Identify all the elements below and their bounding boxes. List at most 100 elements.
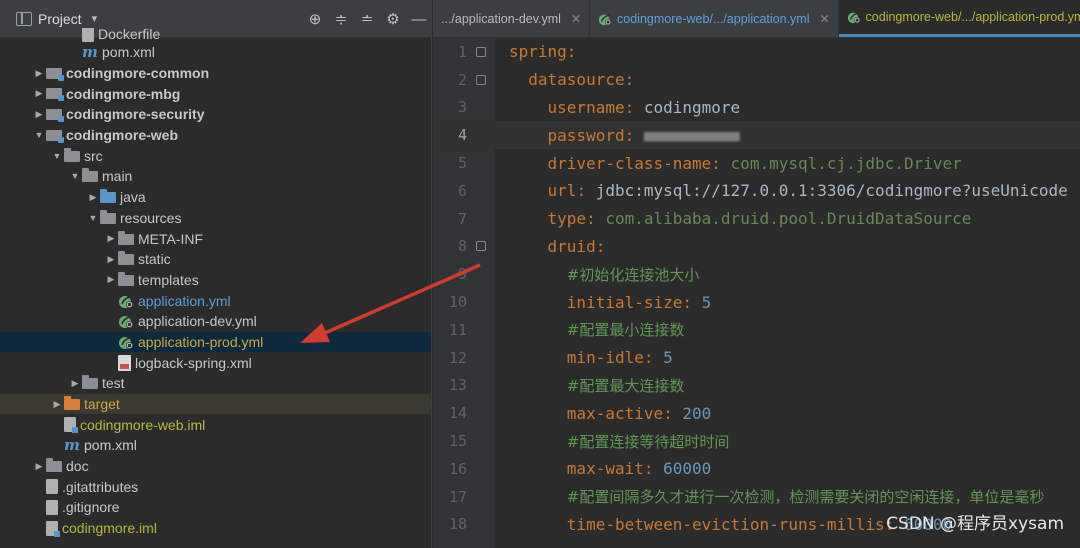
code-line[interactable]: 7 type: com.alibaba.druid.pool.DruidData…: [433, 205, 1080, 233]
line-number: 14: [448, 404, 467, 423]
tree-item[interactable]: ▼ resources: [0, 208, 431, 229]
editor-tab[interactable]: .../application-dev.yml ✕: [433, 0, 591, 37]
editor-lines: 1 spring: 2 datasource: 3 username: codingm…: [433, 38, 1080, 538]
chevron-right-icon[interactable]: ▶: [32, 88, 46, 99]
line-number: 11: [448, 320, 467, 339]
code-line[interactable]: 11 #配置最小连接数: [433, 316, 1080, 344]
code-line[interactable]: 2 datasource:: [433, 66, 1080, 94]
project-panel-title[interactable]: Project: [38, 11, 82, 27]
excluded-folder-icon: [64, 396, 80, 411]
tree-item[interactable]: ▶logback-spring.xml: [0, 352, 431, 373]
project-view-icon[interactable]: [16, 11, 32, 26]
chevron-right-icon[interactable]: ▶: [32, 461, 46, 472]
tree-item[interactable]: ▶mpom.xml: [0, 435, 431, 456]
tree-item[interactable]: ▶ codingmore-security: [0, 104, 431, 125]
line-number: 15: [448, 432, 467, 451]
code-editor[interactable]: .../application-dev.yml ✕ codingmore-web/.…: [433, 0, 1080, 548]
tree-item[interactable]: ▶codingmore.iml: [0, 518, 431, 539]
chevron-down-icon[interactable]: ▼: [50, 151, 64, 161]
chevron-down-icon[interactable]: ▼: [86, 213, 100, 223]
chevron-right-icon[interactable]: ▶: [104, 254, 118, 265]
code-text: #配置最小连接数: [495, 319, 685, 340]
tree-item-label: doc: [66, 458, 89, 475]
tree-item[interactable]: ▼ codingmore-web: [0, 125, 431, 146]
tree-item[interactable]: ▶application-dev.yml: [0, 311, 431, 332]
tree-item[interactable]: ▶ test: [0, 373, 431, 394]
fold-marker-icon[interactable]: [467, 74, 495, 85]
chevron-down-icon[interactable]: ▼: [68, 171, 82, 181]
close-icon[interactable]: ✕: [571, 12, 581, 26]
tree-item-label: resources: [120, 209, 182, 226]
code-text: initial-size: 5: [495, 292, 712, 312]
code-line[interactable]: 8 druid:: [433, 233, 1080, 261]
yaml-key: max-wait: [566, 459, 644, 479]
chevron-right-icon[interactable]: ▶: [86, 192, 100, 203]
maven-icon: m: [82, 43, 98, 62]
code-line[interactable]: 13 #配置最大连接数: [433, 372, 1080, 400]
tree-item[interactable]: ▼ src: [0, 145, 431, 166]
editor-tab[interactable]: codingmore-web/.../application-prod.yml✕: [838, 0, 1080, 37]
chevron-right-icon[interactable]: ▶: [104, 233, 118, 244]
tree-item[interactable]: ▶ codingmore-mbg: [0, 83, 431, 104]
folder-icon: [46, 458, 62, 473]
close-icon[interactable]: ✕: [819, 12, 829, 26]
yaml-separator: :: [624, 97, 644, 117]
tree-item-label: pom.xml: [102, 44, 155, 61]
code-line[interactable]: 16 max-wait: 60000: [433, 455, 1080, 483]
code-line[interactable]: 15 #配置连接等待超时时间: [433, 427, 1080, 455]
tree-item[interactable]: ▶.gitignore: [0, 497, 431, 518]
line-number: 13: [448, 376, 467, 395]
tree-item[interactable]: ▶ META-INF: [0, 228, 431, 249]
tree-item[interactable]: ▶ doc: [0, 456, 431, 477]
line-number: 4: [457, 126, 467, 145]
yaml-key: druid: [547, 236, 596, 256]
chevron-down-icon[interactable]: ▾: [92, 12, 98, 25]
line-number: 8: [457, 237, 467, 256]
tree-item[interactable]: ▶mpom.xml: [0, 42, 431, 63]
tree-item[interactable]: ▶codingmore-web.iml: [0, 414, 431, 435]
chevron-right-icon[interactable]: ▶: [68, 378, 82, 389]
tree-item[interactable]: ▶application.yml: [0, 290, 431, 311]
tree-item[interactable]: ▶Dockerfile: [0, 28, 431, 42]
tree-item-label: target: [84, 396, 120, 413]
tree-item[interactable]: ▶ java: [0, 187, 431, 208]
line-number: 12: [448, 348, 467, 367]
tree-item[interactable]: ▶ static: [0, 249, 431, 270]
tree-item-label: application.yml: [138, 292, 231, 309]
tree-item[interactable]: ▶ templates: [0, 270, 431, 291]
chevron-right-icon[interactable]: ▶: [32, 68, 46, 79]
tree-item[interactable]: ▶ codingmore-common: [0, 63, 431, 84]
code-line[interactable]: 6 url: jdbc:mysql://127.0.0.1:3306/codin…: [433, 177, 1080, 205]
code-line[interactable]: 9 #初始化连接池大小: [433, 260, 1080, 288]
yaml-separator: :: [663, 403, 683, 423]
fold-marker-icon[interactable]: [467, 241, 495, 252]
code-line[interactable]: 17 #配置间隔多久才进行一次检测，检测需要关闭的空闲连接，单位是毫秒: [433, 483, 1080, 511]
tree-item[interactable]: ▼ main: [0, 166, 431, 187]
code-line[interactable]: 10 initial-size: 5: [433, 288, 1080, 316]
code-line[interactable]: 5 driver-class-name: com.mysql.cj.jdbc.D…: [433, 149, 1080, 177]
editor-tab[interactable]: codingmore-web/.../application.yml ✕: [590, 0, 839, 37]
chevron-right-icon[interactable]: ▶: [50, 399, 64, 410]
code-line[interactable]: 3 username: codingmore: [433, 94, 1080, 122]
yaml-separator: :: [682, 292, 702, 312]
code-line[interactable]: 4 password: ■■■■■■■■■■■: [433, 121, 1080, 150]
fold-marker-icon[interactable]: [467, 46, 495, 57]
file-icon: [46, 499, 58, 515]
tree-item[interactable]: ▶ target: [0, 393, 431, 415]
tree-item[interactable]: ▶application-prod.yml: [0, 331, 431, 353]
code-text: max-wait: 60000: [495, 459, 712, 479]
tree-item-label: pom.xml: [84, 437, 137, 454]
code-line[interactable]: 14 max-active: 200: [433, 399, 1080, 427]
yaml-comment: #配置最大连接数: [566, 376, 685, 395]
code-line[interactable]: 1 spring:: [433, 38, 1080, 66]
tree-item[interactable]: ▶.gitattributes: [0, 476, 431, 497]
chevron-right-icon[interactable]: ▶: [104, 274, 118, 285]
chevron-down-icon[interactable]: ▼: [32, 130, 46, 140]
code-line[interactable]: 12 min-idle: 5: [433, 344, 1080, 372]
chevron-right-icon[interactable]: ▶: [32, 109, 46, 120]
